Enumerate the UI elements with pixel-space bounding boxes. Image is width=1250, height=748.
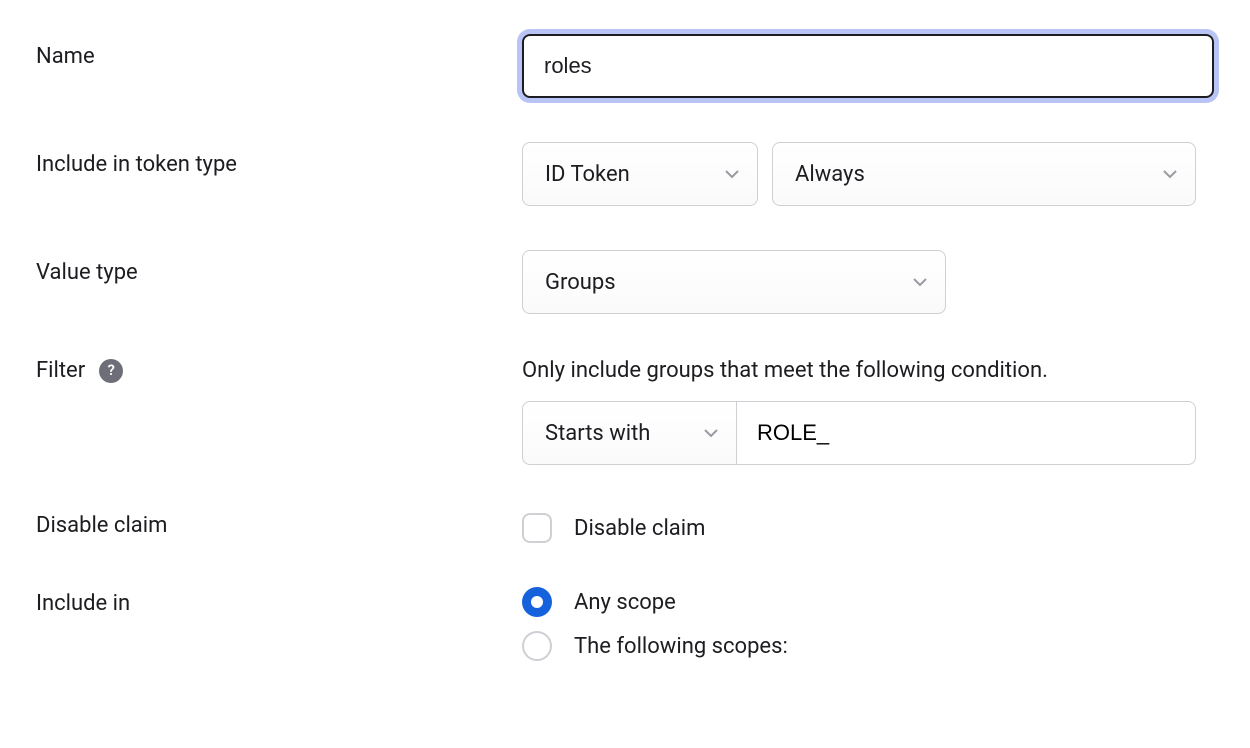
label-col: Disable claim (36, 509, 522, 538)
include-in-following-scopes-label: The following scopes: (574, 634, 788, 659)
field-col: Any scope The following scopes: (522, 587, 1214, 661)
row-name: Name (36, 34, 1214, 98)
field-col: Groups (522, 250, 1214, 314)
field-col: Only include groups that meet the follow… (522, 358, 1214, 465)
value-type-select[interactable]: Groups (522, 250, 946, 314)
label-col: Filter ? (36, 358, 522, 383)
name-label: Name (36, 44, 95, 69)
row-value-type: Value type Groups (36, 250, 1214, 314)
include-in-any-scope-radio[interactable] (522, 587, 552, 617)
value-type-select-value: Groups (545, 270, 616, 295)
filter-operator-value: Starts with (545, 421, 650, 446)
include-in-any-scope-row: Any scope (522, 587, 1214, 617)
frequency-select-value: Always (795, 162, 865, 187)
include-in-any-scope-label: Any scope (574, 590, 676, 615)
disable-claim-label: Disable claim (36, 513, 167, 538)
label-col: Value type (36, 250, 522, 285)
row-disable-claim: Disable claim Disable claim (36, 509, 1214, 543)
filter-value-input[interactable] (736, 401, 1196, 465)
name-input-wrap (522, 34, 1214, 98)
caret-down-icon (704, 428, 718, 438)
label-col: Include in (36, 587, 522, 616)
include-in-label: Include in (36, 591, 130, 616)
row-filter: Filter ? Only include groups that meet t… (36, 358, 1214, 465)
frequency-select[interactable]: Always (772, 142, 1196, 206)
filter-controls: Starts with (522, 401, 1196, 465)
disable-claim-checkbox-label: Disable claim (574, 516, 705, 541)
token-select[interactable]: ID Token (522, 142, 758, 206)
include-in-following-scopes-radio[interactable] (522, 631, 552, 661)
claim-form: Name Include in token type ID Token Alwa… (36, 34, 1214, 661)
label-col: Include in token type (36, 142, 522, 177)
field-col: Disable claim (522, 509, 1214, 543)
row-token-type: Include in token type ID Token Always (36, 142, 1214, 206)
help-icon[interactable]: ? (99, 359, 123, 383)
disable-claim-checkbox[interactable] (522, 513, 552, 543)
filter-label: Filter (36, 358, 85, 383)
field-col: ID Token Always (522, 142, 1214, 206)
row-include-in: Include in Any scope The following scope… (36, 587, 1214, 661)
field-col (522, 34, 1214, 98)
token-select-value: ID Token (545, 162, 630, 187)
caret-down-icon (913, 277, 927, 287)
value-type-label: Value type (36, 260, 138, 285)
name-input[interactable] (524, 36, 1212, 96)
filter-description: Only include groups that meet the follow… (522, 358, 1214, 383)
disable-claim-checkbox-row: Disable claim (522, 509, 1214, 543)
token-type-label: Include in token type (36, 152, 237, 177)
caret-down-icon (1163, 169, 1177, 179)
filter-operator-select[interactable]: Starts with (522, 401, 736, 465)
caret-down-icon (725, 169, 739, 179)
include-in-following-scopes-row: The following scopes: (522, 631, 1214, 661)
label-col: Name (36, 34, 522, 69)
